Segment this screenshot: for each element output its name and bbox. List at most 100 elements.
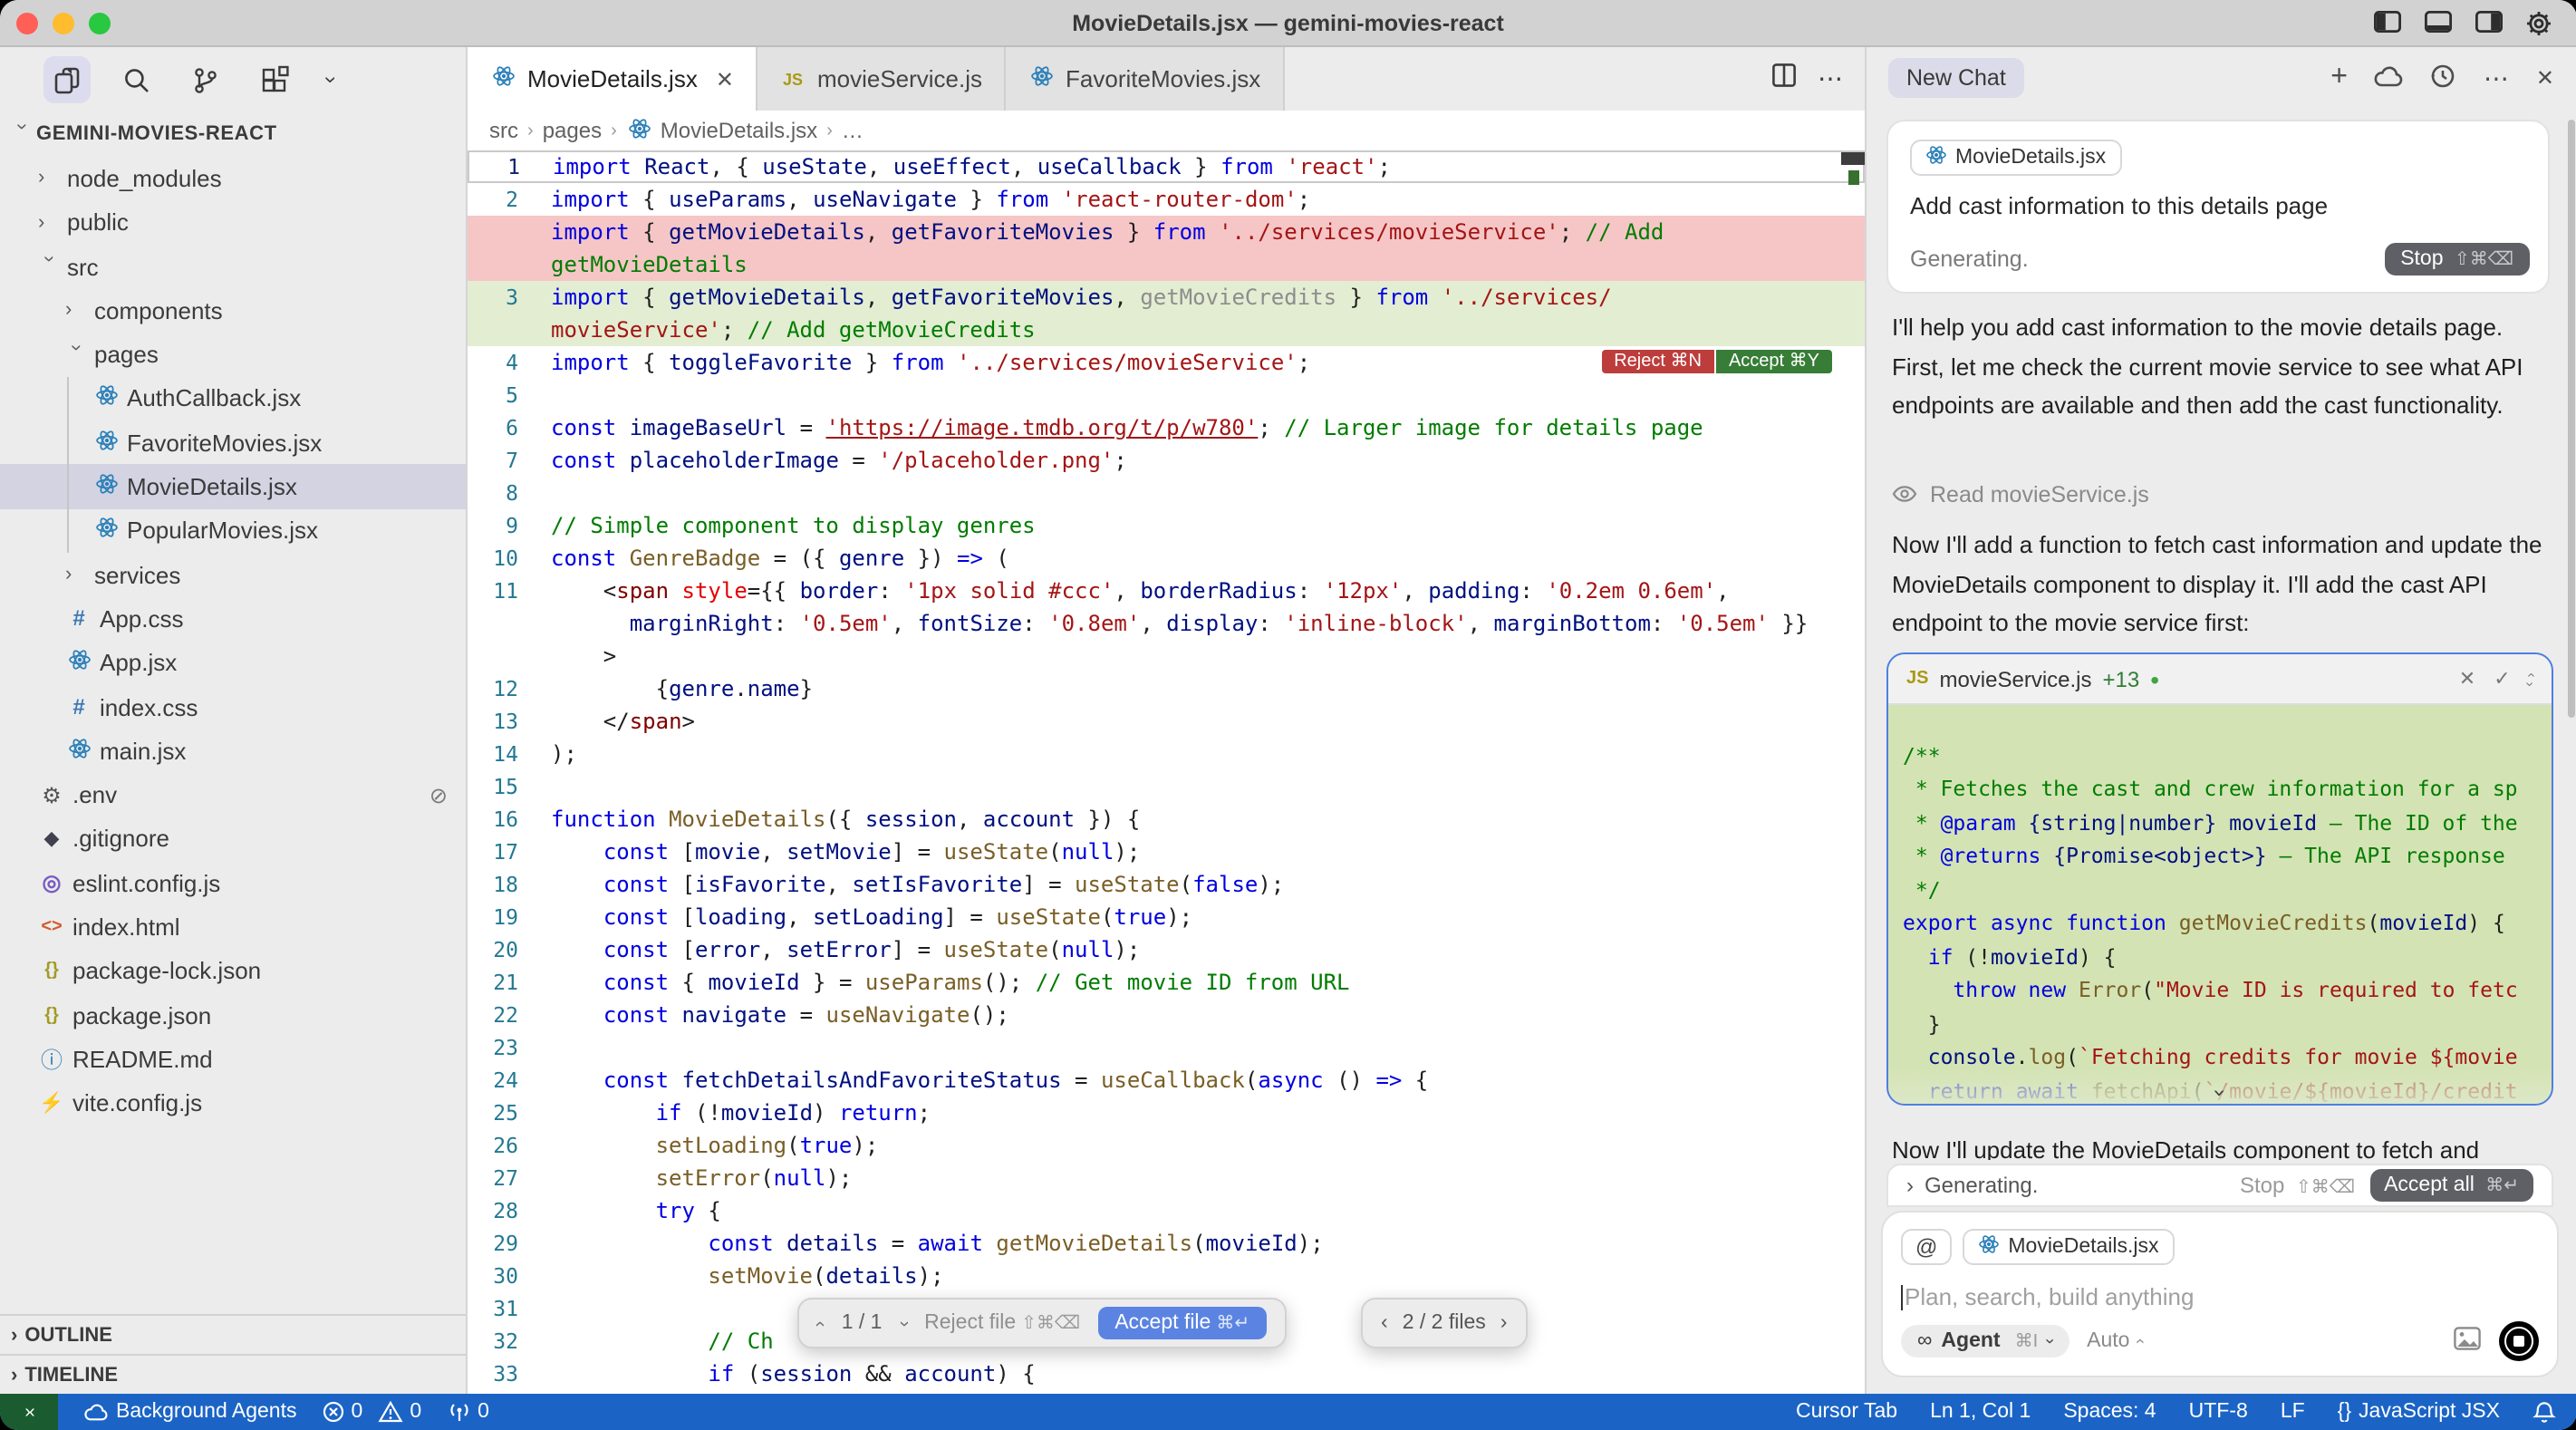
tree-item-vite-config-js[interactable]: ⚡vite.config.js xyxy=(0,1081,466,1126)
next-file-icon[interactable]: › xyxy=(1500,1312,1508,1334)
attach-image-icon[interactable] xyxy=(2454,1327,2481,1356)
code-block-body[interactable]: /** * Fetches the cast and crew informat… xyxy=(1888,705,2552,1106)
expand-chevron-icon[interactable]: › xyxy=(2207,1087,2233,1099)
breadcrumb-item[interactable]: MovieDetails.jsx xyxy=(626,117,817,144)
mention-button[interactable]: @ xyxy=(1901,1229,1952,1265)
cloud-icon[interactable] xyxy=(2375,63,2404,92)
tab-favoritemovies-jsx[interactable]: FavoriteMovies.jsx xyxy=(1006,47,1284,111)
chevron-right-icon[interactable]: › xyxy=(1906,1173,1914,1198)
code-token: setError xyxy=(656,1165,761,1191)
tree-item-app-css[interactable]: #App.css xyxy=(0,597,466,642)
breadcrumb-item[interactable]: src xyxy=(489,118,518,143)
code-block-header[interactable]: JS movieService.js +13 • ✕ ✓ ›› xyxy=(1888,654,2552,705)
encoding-item[interactable]: UTF-8 xyxy=(2189,1401,2248,1423)
scrollbar-thumb[interactable] xyxy=(1841,152,1865,165)
close-panel-icon[interactable]: ✕ xyxy=(2536,65,2554,91)
accept-file-button[interactable]: Accept file⌘↵ xyxy=(1098,1307,1266,1339)
file-chip[interactable]: MovieDetails.jsx xyxy=(1910,140,2122,176)
eol-item[interactable]: LF xyxy=(2281,1401,2305,1423)
file-tree: ›GEMINI-MOVIES-REACT›node_modules›public… xyxy=(0,112,466,1126)
tree-item-src[interactable]: ›src xyxy=(0,245,466,289)
expand-icon[interactable]: ›› xyxy=(2529,670,2533,688)
reject-diff-button[interactable]: Reject ⌘N xyxy=(1601,350,1714,373)
tree-item-app-jsx[interactable]: App.jsx xyxy=(0,641,466,685)
overview-ruler[interactable] xyxy=(1841,150,1865,1394)
line-col-item[interactable]: Ln 1, Col 1 xyxy=(1930,1401,2031,1423)
spaces-item[interactable]: Spaces: 4 xyxy=(2063,1401,2156,1423)
breadcrumb-item[interactable]: pages xyxy=(543,118,602,143)
tree-item--env[interactable]: ⚙.env⊘ xyxy=(0,773,466,817)
code-line: */ xyxy=(1888,873,2552,906)
model-selector[interactable]: Auto› xyxy=(2087,1330,2142,1352)
accept-block-icon[interactable]: ✓ xyxy=(2494,667,2510,691)
tree-item-favoritemovies-jsx[interactable]: FavoriteMovies.jsx xyxy=(0,420,466,465)
tree-item-eslint-config-js[interactable]: ◎eslint.config.js xyxy=(0,861,466,905)
tree-item-pages[interactable]: ›pages xyxy=(0,333,466,377)
reject-file-button[interactable]: Reject file⇧⌘⌫ xyxy=(924,1312,1080,1334)
context-file-chip[interactable]: MovieDetails.jsx xyxy=(1963,1229,2175,1265)
prev-diff-icon[interactable]: › xyxy=(810,1320,830,1327)
code-line: 3import { getMovieDetails, getFavoriteMo… xyxy=(468,281,1865,314)
add-chat-icon[interactable]: + xyxy=(2330,62,2348,94)
tree-item-authcallback-jsx[interactable]: AuthCallback.jsx xyxy=(0,377,466,421)
tree-item-main-jsx[interactable]: main.jsx xyxy=(0,729,466,773)
prev-file-icon[interactable]: ‹ xyxy=(1381,1312,1388,1334)
tree-item--gitignore[interactable]: ◆.gitignore xyxy=(0,817,466,862)
notifications-bell-icon[interactable] xyxy=(2533,1400,2554,1424)
tab-moviedetails-jsx[interactable]: MovieDetails.jsx✕ xyxy=(468,47,757,111)
stop-generation-button[interactable] xyxy=(2499,1321,2539,1361)
new-chat-tab[interactable]: New Chat xyxy=(1888,58,2024,98)
agent-mode-selector[interactable]: ∞ Agent ⌘I › xyxy=(1901,1325,2069,1358)
accept-all-button[interactable]: Accept all ⌘↵ xyxy=(2369,1169,2533,1202)
toggle-bottom-panel-icon[interactable] xyxy=(2424,10,2451,35)
tree-item-services[interactable]: ›services xyxy=(0,553,466,597)
chevron-down-icon[interactable]: › xyxy=(319,56,344,103)
read-file-row[interactable]: Read movieService.js xyxy=(1892,482,2149,507)
accept-diff-button[interactable]: Accept ⌘Y xyxy=(1716,350,1832,373)
more-actions-icon[interactable]: ⋯ xyxy=(1818,63,1843,94)
chat-input[interactable]: @ MovieDetails.jsx Plan, search, build a… xyxy=(1881,1211,2559,1377)
close-tab-icon[interactable]: ✕ xyxy=(716,66,734,92)
problems-item[interactable]: 0 0 xyxy=(323,1401,422,1423)
background-agents-item[interactable]: Background Agents xyxy=(83,1401,297,1423)
timeline-section[interactable]: ›TIMELINE xyxy=(0,1354,466,1394)
more-options-icon[interactable]: ⋯ xyxy=(2484,63,2509,93)
tree-item-moviedetails-jsx[interactable]: MovieDetails.jsx xyxy=(0,465,466,509)
explorer-icon[interactable] xyxy=(43,56,91,103)
reject-block-icon[interactable]: ✕ xyxy=(2459,667,2475,691)
code-token: @param xyxy=(1941,810,2016,836)
search-icon[interactable] xyxy=(112,56,159,103)
stop-all-button[interactable]: Stop ⇧⌘⌫ xyxy=(2240,1173,2355,1198)
code-token: * Fetches the cast and crew information … xyxy=(1903,777,2518,802)
tree-item-package-json[interactable]: {}package.json xyxy=(0,993,466,1038)
source-control-icon[interactable] xyxy=(181,56,228,103)
chat-scrollbar[interactable] xyxy=(2567,120,2574,718)
toggle-left-panel-icon[interactable] xyxy=(2373,10,2400,35)
code-editor[interactable]: 1import React, { useState, useEffect, us… xyxy=(468,150,1865,1394)
tree-item-readme-md[interactable]: ⓘREADME.md xyxy=(0,1037,466,1081)
tree-item-components[interactable]: ›components xyxy=(0,288,466,333)
toggle-right-panel-icon[interactable] xyxy=(2475,10,2502,35)
split-editor-icon[interactable] xyxy=(1772,63,1796,95)
stop-button[interactable]: Stop ⇧⌘⌫ xyxy=(2384,243,2530,275)
settings-gear-icon[interactable] xyxy=(2525,10,2551,35)
history-icon[interactable] xyxy=(2431,63,2456,93)
language-mode-item[interactable]: {} JavaScript JSX xyxy=(2338,1401,2500,1423)
code-token: // Add getMovieCredits xyxy=(748,317,1036,343)
next-diff-icon[interactable]: › xyxy=(893,1320,913,1327)
outline-section[interactable]: ›OUTLINE xyxy=(0,1314,466,1354)
ports-item[interactable]: 0 xyxy=(447,1401,489,1423)
tree-item-index-html[interactable]: <>index.html xyxy=(0,905,466,950)
tree-item-package-lock-json[interactable]: {}package-lock.json xyxy=(0,949,466,993)
tree-item-index-css[interactable]: #index.css xyxy=(0,685,466,729)
remote-indicator[interactable]: ›‹ xyxy=(0,1394,58,1430)
tree-item-popularmovies-jsx[interactable]: PopularMovies.jsx xyxy=(0,508,466,553)
cursor-tab-item[interactable]: Cursor Tab xyxy=(1796,1401,1897,1423)
tree-item-node-modules[interactable]: ›node_modules xyxy=(0,157,466,201)
tree-item-gemini-movies-react[interactable]: ›GEMINI-MOVIES-REACT xyxy=(0,112,466,157)
breadcrumb-item[interactable]: … xyxy=(842,118,863,143)
tab-movieservice-js[interactable]: JSmovieService.js xyxy=(757,47,1006,111)
code-token: account xyxy=(983,807,1075,832)
tree-item-public[interactable]: ›public xyxy=(0,200,466,245)
extensions-icon[interactable] xyxy=(250,56,297,103)
